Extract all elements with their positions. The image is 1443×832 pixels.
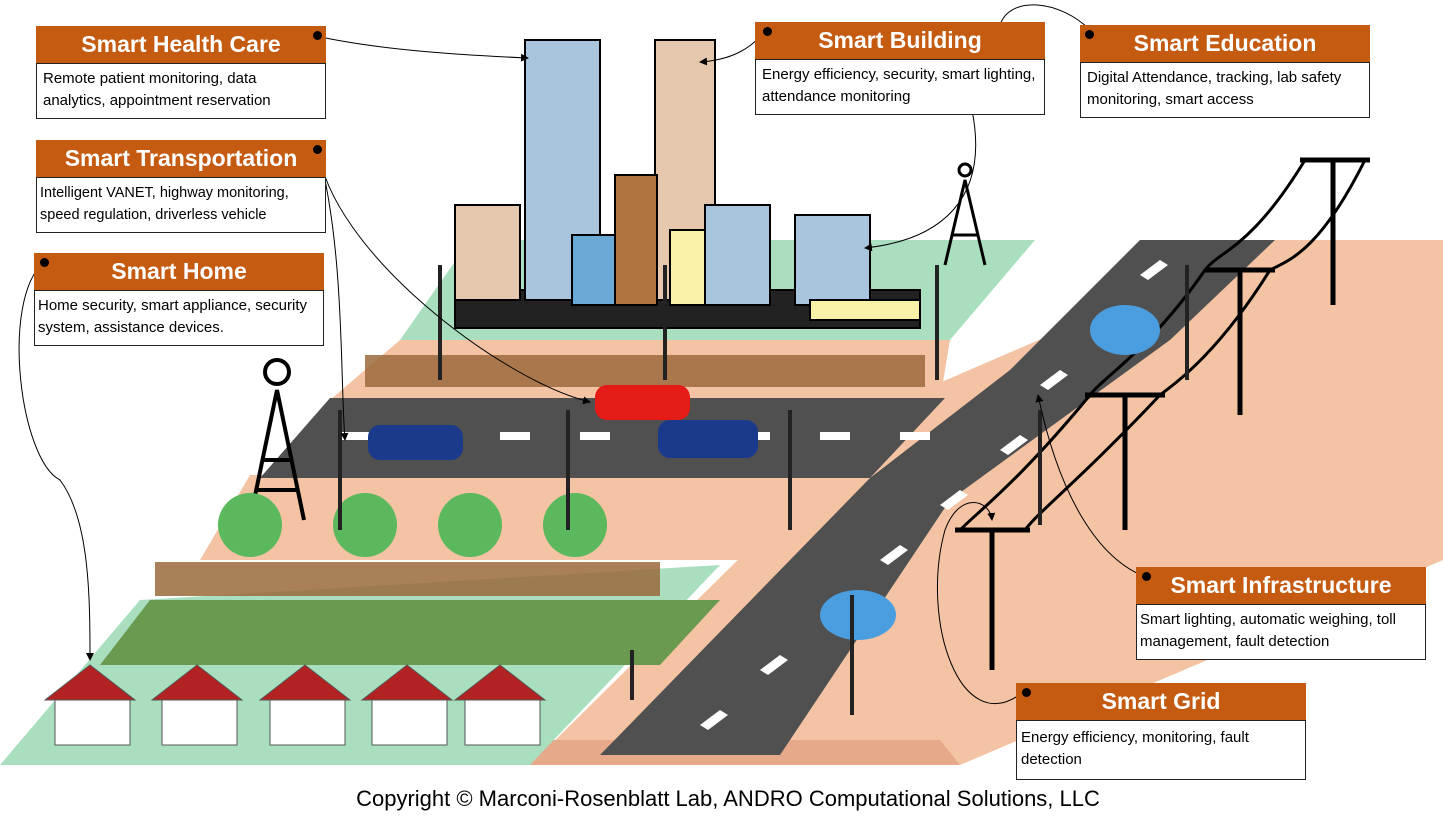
- card-title: Smart Health Care: [81, 31, 281, 57]
- card-smart-infrastructure: Smart Infrastructure Smart lighting, aut…: [1136, 567, 1426, 660]
- fence-bottom: [155, 562, 660, 596]
- connector-dot: [313, 145, 322, 154]
- card-description: Smart lighting, automatic weighing, toll…: [1136, 604, 1426, 660]
- smart-city-diagram: Smart Health Care Remote patient monitor…: [0, 0, 1443, 832]
- card-smart-transportation: Smart Transportation Intelligent VANET, …: [36, 140, 326, 233]
- card-description: Intelligent VANET, highway monitoring, s…: [36, 177, 326, 233]
- copyright-notice: Copyright © Marconi-Rosenblatt Lab, ANDR…: [356, 786, 1100, 811]
- fence-top: [365, 355, 925, 387]
- connector-dot: [763, 27, 772, 36]
- card-smart-grid: Smart Grid Energy efficiency, monitoring…: [1016, 683, 1306, 780]
- card-smart-health-care: Smart Health Care Remote patient monitor…: [36, 26, 326, 119]
- connector-dot: [1085, 30, 1094, 39]
- connector-dot: [313, 31, 322, 40]
- card-title: Smart Education: [1133, 30, 1317, 56]
- connector-dot: [1142, 572, 1151, 581]
- card-description: Energy efficiency, security, smart light…: [755, 59, 1045, 115]
- card-description: Home security, smart appliance, security…: [34, 290, 324, 346]
- sidewalk-left: [200, 475, 870, 560]
- card-smart-education: Smart Education Digital Attendance, trac…: [1080, 25, 1370, 118]
- card-title: Smart Infrastructure: [1170, 572, 1392, 598]
- card-description: Remote patient monitoring, data analytic…: [36, 63, 326, 119]
- card-title: Smart Transportation: [64, 145, 298, 171]
- card-title: Smart Home: [111, 258, 247, 284]
- card-title: Smart Grid: [1101, 688, 1221, 714]
- connector-dot: [40, 258, 49, 267]
- card-smart-building: Smart Building Energy efficiency, securi…: [755, 22, 1045, 115]
- card-smart-home: Smart Home Home security, smart applianc…: [34, 253, 324, 346]
- card-description: Energy efficiency, monitoring, fault det…: [1016, 720, 1306, 780]
- card-title: Smart Building: [818, 27, 982, 53]
- card-description: Digital Attendance, tracking, lab safety…: [1080, 62, 1370, 118]
- connector-dot: [1022, 688, 1031, 697]
- lawn: [100, 600, 720, 665]
